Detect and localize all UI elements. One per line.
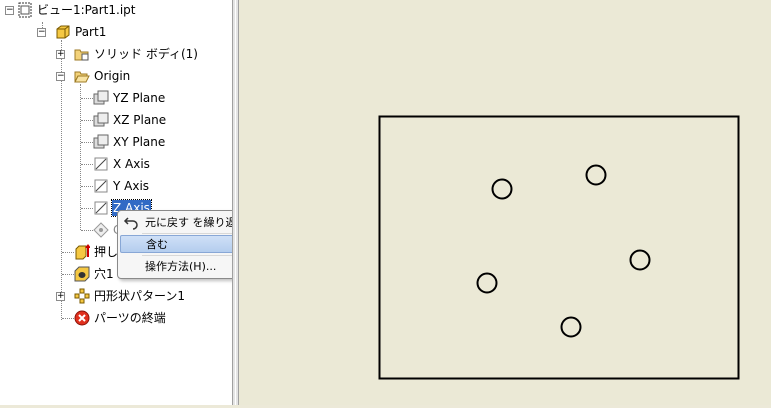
browser-item-label: パーツの終端 xyxy=(94,311,166,325)
plane-icon xyxy=(93,134,109,149)
browser-item-label: ソリッド ボディ(1) xyxy=(94,47,198,61)
browser-item-y-axis[interactable]: Y Axis xyxy=(93,176,150,196)
collapse-toggle[interactable]: − xyxy=(56,72,65,81)
axis-icon xyxy=(94,201,108,215)
browser-item-xy-plane[interactable]: XY Plane xyxy=(93,132,166,152)
browser-item-label: Part1 xyxy=(75,25,107,39)
browser-item-label: X Axis xyxy=(113,157,150,171)
browser-item-label: XY Plane xyxy=(113,135,166,149)
undo-icon xyxy=(123,217,138,230)
axis-icon xyxy=(94,179,108,193)
part-icon xyxy=(56,25,70,39)
plane-icon xyxy=(93,90,109,105)
model-browser[interactable]: − − + − + ビュー1:Part1.ipt Part1 ソリッド ボディ(… xyxy=(0,0,270,405)
menu-item-label: 操作方法(H)... xyxy=(145,260,217,273)
browser-item-label: XZ Plane xyxy=(113,113,167,127)
browser-item-xz-plane[interactable]: XZ Plane xyxy=(93,110,167,130)
menu-item-label: 含む xyxy=(146,238,168,251)
sketch-circle[interactable] xyxy=(491,178,513,200)
browser-item-view[interactable]: ビュー1:Part1.ipt xyxy=(17,0,136,20)
expand-toggle[interactable]: + xyxy=(56,292,65,301)
browser-item-label: ビュー1:Part1.ipt xyxy=(37,3,136,17)
browser-item-part[interactable]: Part1 xyxy=(55,22,107,42)
expand-toggle[interactable]: + xyxy=(56,50,65,59)
axis-icon xyxy=(94,157,108,171)
sketch-circle[interactable] xyxy=(560,316,582,338)
sketch-canvas xyxy=(378,115,740,380)
view-icon xyxy=(18,2,32,18)
tree-line xyxy=(81,98,93,99)
browser-item-x-axis[interactable]: X Axis xyxy=(93,154,151,174)
extrusion-icon xyxy=(75,244,90,260)
browser-item-label: YZ Plane xyxy=(113,91,166,105)
browser-item-label: 円形状パターン1 xyxy=(94,289,186,303)
tree-line xyxy=(81,164,93,165)
collapse-toggle[interactable]: − xyxy=(37,28,46,37)
tree-line xyxy=(62,274,74,275)
collapse-toggle[interactable]: − xyxy=(5,6,14,15)
tree-line xyxy=(81,208,93,209)
tree-line xyxy=(81,120,93,121)
browser-item-label: Y Axis xyxy=(113,179,150,193)
solid-body-folder-icon xyxy=(74,49,89,61)
browser-item-end-of-part[interactable]: パーツの終端 xyxy=(74,308,167,328)
tree-line xyxy=(81,230,93,231)
browser-item-hole[interactable]: 穴1 xyxy=(74,264,115,284)
sketch-rectangle[interactable] xyxy=(378,115,740,380)
browser-item-circular-pattern[interactable]: 円形状パターン1 xyxy=(74,286,186,306)
end-of-part-icon xyxy=(74,310,90,326)
sketch-circle[interactable] xyxy=(476,272,498,294)
browser-item-label: Origin xyxy=(94,69,131,83)
pane-splitter[interactable] xyxy=(232,0,239,405)
browser-item-solid-bodies[interactable]: ソリッド ボディ(1) xyxy=(74,44,199,64)
tree-line xyxy=(81,186,93,187)
tree-line xyxy=(62,318,74,319)
tree-line xyxy=(62,252,74,253)
open-folder-icon xyxy=(74,71,90,83)
sketch-circle[interactable] xyxy=(629,249,651,271)
plane-icon xyxy=(93,112,109,127)
center-point-icon xyxy=(93,222,109,238)
browser-item-origin[interactable]: Origin xyxy=(74,66,131,86)
browser-item-yz-plane[interactable]: YZ Plane xyxy=(93,88,166,108)
browser-item-label: 穴1 xyxy=(94,267,114,281)
tree-line xyxy=(61,40,62,320)
graphics-viewport[interactable] xyxy=(239,0,771,405)
tree-line xyxy=(81,142,93,143)
circular-pattern-icon xyxy=(74,288,90,304)
sketch-circle[interactable] xyxy=(585,164,607,186)
hole-icon xyxy=(74,266,90,282)
